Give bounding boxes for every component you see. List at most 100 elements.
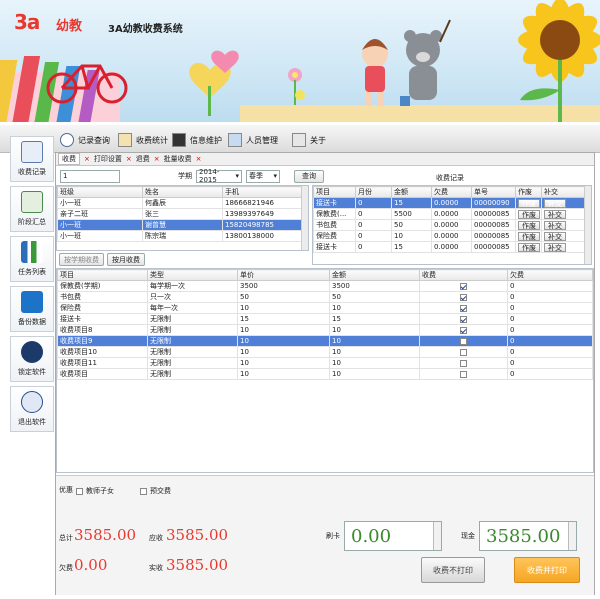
charge-checkbox[interactable]	[460, 282, 467, 290]
charge-checkbox[interactable]	[460, 348, 467, 356]
column-header[interactable]: 班级	[57, 186, 143, 198]
table-row[interactable]: 小一班 陈宗瑞 13800138000	[57, 230, 308, 242]
table-row[interactable]: 书包费 只一次 50 50 0	[57, 291, 593, 303]
void-button[interactable]: 作废	[518, 198, 540, 208]
table-row[interactable]: 小一班 何鑫辰 18666821946	[57, 197, 308, 209]
column-header[interactable]: 类型	[147, 269, 238, 281]
table-row[interactable]: 小一班 谢曾慧 15820498785	[57, 219, 308, 231]
scrollbar[interactable]	[301, 186, 308, 250]
makeup-button[interactable]: 补交	[544, 231, 566, 241]
term-select[interactable]: 2014-2015 ▾	[196, 168, 242, 184]
makeup-button[interactable]: 补交	[544, 198, 566, 208]
column-header[interactable]: 金额	[391, 186, 432, 198]
column-header[interactable]: 手机	[222, 186, 308, 198]
student-search-input[interactable]: 1	[60, 169, 120, 183]
makeup-button[interactable]: 补交	[544, 242, 566, 252]
table-cell: 接送卡	[313, 197, 356, 209]
column-header[interactable]: 单价	[237, 269, 330, 281]
cash-amount-input[interactable]: 3585.00	[479, 521, 577, 551]
table-row[interactable]: 书包费 0 50 0.0000 00000085 作废 补交	[313, 219, 591, 231]
table-row[interactable]: 保险费 每年一次 10 10 0	[57, 302, 593, 314]
charge-checkbox[interactable]	[460, 370, 467, 378]
sidebar-item-lock[interactable]: 锁定软件	[10, 336, 54, 382]
tab-info-maintenance[interactable]: 信息维护	[172, 130, 222, 150]
void-button[interactable]: 作废	[518, 220, 540, 230]
teacher-child-checkbox[interactable]	[76, 487, 83, 495]
table-row[interactable]: 收费项目9 无限制 10 10 0	[57, 335, 593, 347]
close-icon[interactable]: ×	[196, 155, 202, 163]
charge-checkbox[interactable]	[460, 304, 467, 312]
sidebar-item-fee-records[interactable]: 收费记录	[10, 136, 54, 182]
table-row[interactable]: 收费项目8 无限制 10 10 0	[57, 324, 593, 336]
tab-staff-management[interactable]: 人员管理	[228, 130, 278, 150]
table-cell: 0	[355, 197, 392, 209]
column-header[interactable]: 收费	[419, 269, 508, 281]
table-row[interactable]: 接送卡 0 15 0.0000 00000085 作废 补交	[313, 241, 591, 253]
teacher-child-option[interactable]: 教师子女	[76, 486, 114, 496]
column-header[interactable]: 项目	[313, 186, 356, 198]
column-header[interactable]: 项目	[57, 269, 148, 281]
subtab-refund[interactable]: 退费	[136, 154, 150, 164]
banner-illustration	[0, 0, 600, 122]
makeup-button[interactable]: 补交	[544, 209, 566, 219]
close-icon[interactable]: ×	[126, 155, 132, 163]
table-cell: 0.0000	[431, 230, 472, 242]
tab-about[interactable]: 关于	[292, 130, 326, 150]
spin-arrows-icon[interactable]	[568, 522, 576, 550]
column-header[interactable]: 作废	[515, 186, 542, 198]
table-row[interactable]: 接送卡 无限制 15 15 0	[57, 313, 593, 325]
void-button[interactable]: 作废	[518, 242, 540, 252]
table-cell: 保险费	[57, 302, 148, 314]
prepay-option[interactable]: 预交费	[140, 486, 171, 496]
sidebar-item-backup[interactable]: 备份数据	[10, 286, 54, 332]
void-button[interactable]: 作废	[518, 231, 540, 241]
table-row[interactable]: 保教费(学期) 每学期一次 3500 3500 0	[57, 280, 593, 292]
makeup-button[interactable]: 补交	[544, 220, 566, 230]
table-cell: 保险费	[313, 230, 356, 242]
charge-and-print-button[interactable]: 收费并打印	[514, 557, 580, 583]
column-header[interactable]: 金额	[329, 269, 420, 281]
sidebar-item-task-list[interactable]: 任务列表	[10, 236, 54, 282]
charge-by-month-button[interactable]: 按月收费	[107, 253, 145, 266]
spin-arrows-icon[interactable]	[433, 522, 441, 550]
subtab-print-settings[interactable]: 打印设置	[94, 154, 122, 164]
close-icon[interactable]: ×	[154, 155, 160, 163]
table-row[interactable]: 收费项目 无限制 10 10 0	[57, 368, 593, 380]
tab-fee-statistics[interactable]: 收费统计	[118, 130, 168, 150]
card-amount-input[interactable]: 0.00	[344, 521, 442, 551]
table-cell: 0	[355, 241, 392, 253]
column-header[interactable]: 月份	[355, 186, 392, 198]
sidebar-item-exit[interactable]: 退出软件	[10, 386, 54, 432]
table-row[interactable]: 收费项目11 无限制 10 10 0	[57, 357, 593, 369]
scrollbar[interactable]	[584, 186, 591, 264]
subtab-batch-charge[interactable]: 批量收费	[164, 154, 192, 164]
charge-no-print-button[interactable]: 收费不打印	[421, 557, 485, 583]
prepay-checkbox[interactable]	[140, 487, 147, 495]
close-icon[interactable]: ×	[84, 155, 90, 163]
tab-record-query[interactable]: 记录查询	[60, 130, 110, 150]
column-header[interactable]: 欠费	[431, 186, 472, 198]
records-title: 收费记录	[436, 174, 464, 182]
charge-checkbox[interactable]	[460, 326, 467, 334]
charge-by-term-button[interactable]: 按学期收费	[59, 253, 104, 266]
sidebar-item-stage-summary[interactable]: 阶段汇总	[10, 186, 54, 232]
void-button[interactable]: 作废	[518, 209, 540, 219]
column-header[interactable]: 欠费	[507, 269, 593, 281]
table-row[interactable]: 接送卡 0 15 0.0000 00000090 作废 补交	[313, 197, 591, 209]
subtab-charge[interactable]: 收费	[58, 153, 80, 165]
query-button[interactable]: 查询	[294, 169, 324, 183]
column-header[interactable]: 单号	[471, 186, 516, 198]
table-row[interactable]: 收费项目10 无限制 10 10 0	[57, 346, 593, 358]
column-header[interactable]: 姓名	[142, 186, 223, 198]
charge-checkbox[interactable]	[460, 337, 467, 345]
system-title: 3A幼教收费系统	[108, 24, 183, 35]
charge-checkbox[interactable]	[460, 359, 467, 367]
table-row[interactable]: 保教费(... 0 5500 0.0000 00000085 作废 补交	[313, 208, 591, 220]
table-cell: 收费项目10	[57, 346, 148, 358]
charge-checkbox[interactable]	[460, 315, 467, 323]
table-row[interactable]: 保险费 0 10 0.0000 00000085 作废 补交	[313, 230, 591, 242]
table-row[interactable]: 亲子二班 张三 13989397649	[57, 208, 308, 220]
table-cell: 10	[391, 230, 432, 242]
season-select[interactable]: 春季 ▾	[246, 169, 280, 183]
charge-checkbox[interactable]	[460, 293, 467, 301]
